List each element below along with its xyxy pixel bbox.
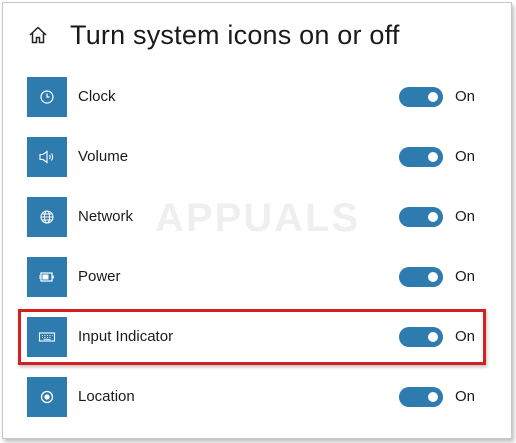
highlight-annotation-box — [18, 309, 486, 365]
list-item-volume: Volume On — [27, 137, 487, 177]
toggle-state-label: On — [455, 88, 476, 105]
clock-icon-tile — [27, 77, 67, 117]
volume-icon — [39, 150, 54, 164]
list-item-clock: Clock On — [27, 77, 487, 117]
item-label: Location — [78, 388, 135, 405]
item-label: Volume — [78, 148, 129, 165]
page-title: Turn system icons on or off — [70, 19, 400, 50]
volume-icon-tile — [27, 137, 67, 177]
toggle-state-label: On — [455, 388, 476, 405]
clock-icon — [40, 90, 54, 104]
page-header: Turn system icons on or off — [27, 17, 400, 53]
toggle-state-label: On — [455, 148, 476, 165]
network-toggle[interactable] — [399, 207, 443, 227]
settings-window: Turn system icons on or off APPUALS Cloc… — [2, 2, 512, 439]
toggle-knob — [428, 92, 438, 102]
toggle-knob — [428, 272, 438, 282]
list-item-power: Power On — [27, 257, 487, 297]
home-icon — [29, 26, 47, 44]
list-item-network: Network On — [27, 197, 487, 237]
globe-icon — [40, 210, 54, 224]
toggle-state-label: On — [455, 208, 476, 225]
volume-toggle[interactable] — [399, 147, 443, 167]
item-label: Clock — [78, 88, 116, 105]
battery-plug-icon — [39, 272, 54, 282]
item-label: Network — [78, 208, 134, 225]
clock-toggle[interactable] — [399, 87, 443, 107]
location-toggle[interactable] — [399, 387, 443, 407]
toggle-knob — [428, 392, 438, 402]
location-icon-tile — [27, 377, 67, 417]
item-label: Power — [78, 268, 121, 285]
list-item-location: Location On — [27, 377, 487, 417]
power-icon-tile — [27, 257, 67, 297]
toggle-knob — [428, 152, 438, 162]
power-toggle[interactable] — [399, 267, 443, 287]
home-button[interactable] — [27, 24, 49, 46]
toggle-state-label: On — [455, 268, 476, 285]
network-icon-tile — [27, 197, 67, 237]
toggle-knob — [428, 212, 438, 222]
location-icon — [40, 390, 54, 404]
